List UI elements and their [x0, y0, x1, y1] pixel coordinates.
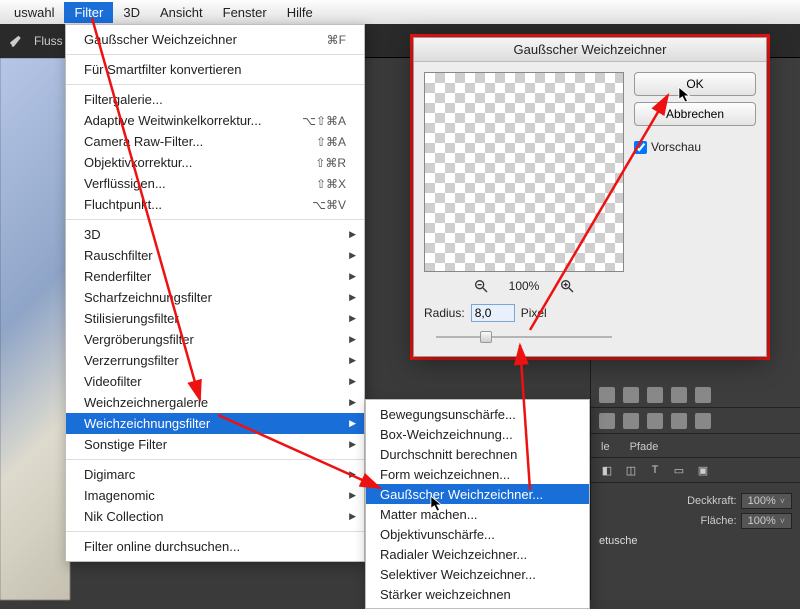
- sub-matter-machen[interactable]: Matter machen...: [366, 504, 589, 524]
- menu-item-digimarc[interactable]: Digimarc: [66, 464, 364, 485]
- menu-item-renderfilter[interactable]: Renderfilter: [66, 266, 364, 287]
- sub-staerker-weichzeichnen[interactable]: Stärker weichzeichnen: [366, 584, 589, 604]
- radius-unit: Pixel: [521, 306, 547, 320]
- menu-item-weichzeichnungsfilter[interactable]: Weichzeichnungsfilter: [66, 413, 364, 434]
- radius-slider[interactable]: [424, 328, 624, 346]
- menu-item-rauschfilter[interactable]: Rauschfilter: [66, 245, 364, 266]
- sub-box-weichzeichnung[interactable]: Box-Weichzeichnung...: [366, 424, 589, 444]
- shape-icon[interactable]: ▭: [671, 462, 687, 478]
- sub-form-weichzeichnen[interactable]: Form weichzeichnen...: [366, 464, 589, 484]
- document-canvas: [0, 58, 70, 600]
- zoom-out-icon[interactable]: [473, 278, 489, 294]
- menu-item-recent-filter[interactable]: Gaußscher Weichzeichner ⌘F: [66, 29, 364, 50]
- smart-icon[interactable]: ▣: [695, 462, 711, 478]
- mask-icon[interactable]: ◫: [623, 462, 639, 478]
- adjustment-icons: [591, 382, 800, 408]
- bw-icon[interactable]: [623, 413, 639, 429]
- menu-item-stilisierung[interactable]: Stilisierungsfilter: [66, 308, 364, 329]
- dialog-title: Gaußscher Weichzeichner: [414, 38, 766, 62]
- menu-item-objektiv[interactable]: Objektivkorrektur...⇧⌘R: [66, 152, 364, 173]
- preview-checkbox-row[interactable]: Vorschau: [634, 140, 756, 154]
- sub-bewegungsunschaerfe[interactable]: Bewegungsunschärfe...: [366, 404, 589, 424]
- weichzeichnung-submenu: Bewegungsunschärfe... Box-Weichzeichnung…: [365, 399, 590, 609]
- sub-selektiver-weichzeichner[interactable]: Selektiver Weichzeichner...: [366, 564, 589, 584]
- menu-ansicht[interactable]: Ansicht: [150, 2, 213, 23]
- filter-icon[interactable]: ◧: [599, 462, 615, 478]
- ok-button[interactable]: OK: [634, 72, 756, 96]
- menu-item-verfluessigen[interactable]: Verflüssigen...⇧⌘X: [66, 173, 364, 194]
- filter-menu: Gaußscher Weichzeichner ⌘F Für Smartfilt…: [65, 24, 365, 562]
- adjustment-icons-2: [591, 408, 800, 434]
- dialog-preview[interactable]: [424, 72, 624, 272]
- zoom-in-icon[interactable]: [559, 278, 575, 294]
- photo-filter-icon[interactable]: [647, 413, 663, 429]
- menu-filter[interactable]: Filter: [64, 2, 113, 23]
- fill-value[interactable]: 100%: [741, 513, 792, 529]
- menu-fenster[interactable]: Fenster: [213, 2, 277, 23]
- preview-checkbox[interactable]: [634, 141, 647, 154]
- menu-item-smartfilter[interactable]: Für Smartfilter konvertieren: [66, 59, 364, 80]
- type-icon[interactable]: T: [647, 462, 663, 478]
- menubar: uswahl Filter 3D Ansicht Fenster Hilfe: [0, 0, 800, 24]
- sub-durchschnitt[interactable]: Durchschnitt berechnen: [366, 444, 589, 464]
- vibrance-icon[interactable]: [695, 387, 711, 403]
- cursor-icon: [678, 86, 692, 104]
- preview-checkbox-label: Vorschau: [651, 140, 701, 154]
- menu-item-videofilter[interactable]: Videofilter: [66, 371, 364, 392]
- exposure-icon[interactable]: [671, 387, 687, 403]
- menu-item-browse-online[interactable]: Filter online durchsuchen...: [66, 536, 364, 557]
- menu-item-vergroeberung[interactable]: Vergröberungsfilter: [66, 329, 364, 350]
- radius-input[interactable]: [471, 304, 515, 322]
- menu-item-camera-raw[interactable]: Camera Raw-Filter...⇧⌘A: [66, 131, 364, 152]
- lut-icon[interactable]: [695, 413, 711, 429]
- tab-kanaele[interactable]: le: [591, 437, 620, 457]
- tab-pfade[interactable]: Pfade: [620, 437, 669, 457]
- zoom-level: 100%: [509, 279, 540, 293]
- sub-radialer-weichzeichner[interactable]: Radialer Weichzeichner...: [366, 544, 589, 564]
- levels-icon[interactable]: [623, 387, 639, 403]
- hue-icon[interactable]: [599, 413, 615, 429]
- menu-item-nik[interactable]: Nik Collection: [66, 506, 364, 527]
- menu-item-sonstige[interactable]: Sonstige Filter: [66, 434, 364, 455]
- menu-item-fluchtpunkt[interactable]: Fluchtpunkt...⌥⌘V: [66, 194, 364, 215]
- menu-item-scharfzeichnung[interactable]: Scharfzeichnungsfilter: [66, 287, 364, 308]
- sub-gaussscher-weichzeichner[interactable]: Gaußscher Weichzeichner...: [366, 484, 589, 504]
- radius-label: Radius:: [424, 306, 465, 320]
- menu-item-weitwinkel[interactable]: Adaptive Weitwinkelkorrektur...⌥⇧⌘A: [66, 110, 364, 131]
- panel-tabs: le Pfade: [591, 434, 800, 458]
- options-label: Fluss: [34, 34, 63, 48]
- fill-label: Fläche:: [701, 515, 737, 527]
- curves-icon[interactable]: [647, 387, 663, 403]
- menu-item-imagenomic[interactable]: Imagenomic: [66, 485, 364, 506]
- menu-item-weichzeichnergalerie[interactable]: Weichzeichnergalerie: [66, 392, 364, 413]
- brightness-icon[interactable]: [599, 387, 615, 403]
- opacity-value[interactable]: 100%: [741, 493, 792, 509]
- layer-row[interactable]: etusche: [599, 535, 792, 547]
- cancel-button[interactable]: Abbrechen: [634, 102, 756, 126]
- cursor-icon: [430, 495, 444, 513]
- menu-3d[interactable]: 3D: [113, 2, 150, 23]
- menu-item-verzerrung[interactable]: Verzerrungsfilter: [66, 350, 364, 371]
- menu-item-3d-filter[interactable]: 3D: [66, 224, 364, 245]
- layer-tool-icons: ◧ ◫ T ▭ ▣: [591, 458, 800, 483]
- brush-icon: [8, 32, 26, 50]
- menu-item-filtergalerie[interactable]: Filtergalerie...: [66, 89, 364, 110]
- dialog-annotation-frame: Gaußscher Weichzeichner 100% Radius: Pix…: [410, 34, 770, 360]
- menu-auswahl[interactable]: uswahl: [4, 2, 64, 23]
- sub-objektivunschaerfe[interactable]: Objektivunschärfe...: [366, 524, 589, 544]
- gaussian-blur-dialog: Gaußscher Weichzeichner 100% Radius: Pix…: [413, 37, 767, 357]
- menu-hilfe[interactable]: Hilfe: [277, 2, 323, 23]
- opacity-label: Deckkraft:: [687, 495, 737, 507]
- channel-mixer-icon[interactable]: [671, 413, 687, 429]
